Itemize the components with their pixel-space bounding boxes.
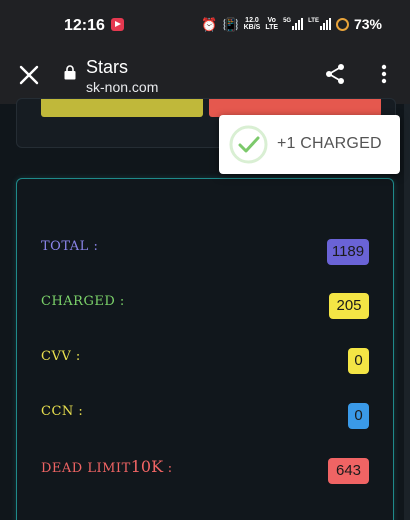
network-speed: 12.0 KB/S [244,17,261,31]
battery-icon [335,17,349,31]
network-speed-value: 12.0 [245,17,259,24]
close-icon[interactable] [18,64,40,86]
network-speed-unit: KB/S [243,24,261,31]
signal-lte-group: LTE [308,18,331,30]
yellow-action-button[interactable] [41,99,203,117]
ccn-label: CCN : [41,404,84,419]
total-badge: 1189 [327,239,369,265]
network-lte-label: LTE [308,18,319,24]
dead-limit-value: 10K [130,457,164,476]
lock-icon [64,65,76,80]
signal-icon [292,18,304,30]
page-title: Stars [86,57,129,77]
dead-badge: 643 [328,458,369,484]
volte-bottom: LTE [265,24,279,31]
cvv-label: CVV : [41,349,81,364]
signal-icon-2 [319,18,331,30]
scrollbar[interactable] [404,104,410,520]
browser-toolbar: Stars sk-non.com [0,50,410,104]
youtube-notification-icon [111,18,124,31]
volte-top: Vo [267,17,276,24]
charged-badge: 205 [329,293,369,319]
share-icon[interactable] [323,62,347,86]
dead-label-suffix: : [163,461,173,476]
cvv-badge: 0 [348,348,369,374]
check-circle-icon [229,125,268,164]
network-5g-label: 5G [283,18,292,24]
dead-label-text: DEAD LIMIT [41,461,131,476]
ccn-badge: 0 [348,403,369,429]
status-bar: 12:16 ⏰ 📳 12.0 KB/S Vo LTE 5G LTE 73% [0,0,410,50]
alarm-icon: ⏰ [201,16,218,32]
status-icons: ⏰ 📳 12.0 KB/S Vo LTE 5G LTE 73% [201,16,382,32]
page-url[interactable]: sk-non.com [86,79,158,95]
charged-label: CHARGED : [41,294,125,309]
dead-label: DEAD LIMIT10K : [41,457,173,476]
status-time: 12:16 [64,17,105,34]
volte-indicator: Vo LTE [265,17,278,31]
toast-notification: +1 CHARGED [219,115,400,174]
total-label: TOTAL : [41,239,99,254]
battery-percent: 73% [353,16,382,32]
vibrate-icon: 📳 [222,16,239,32]
signal-5g-group: 5G [283,18,304,30]
more-options-icon[interactable] [376,62,392,86]
toast-text: +1 CHARGED [277,135,382,152]
